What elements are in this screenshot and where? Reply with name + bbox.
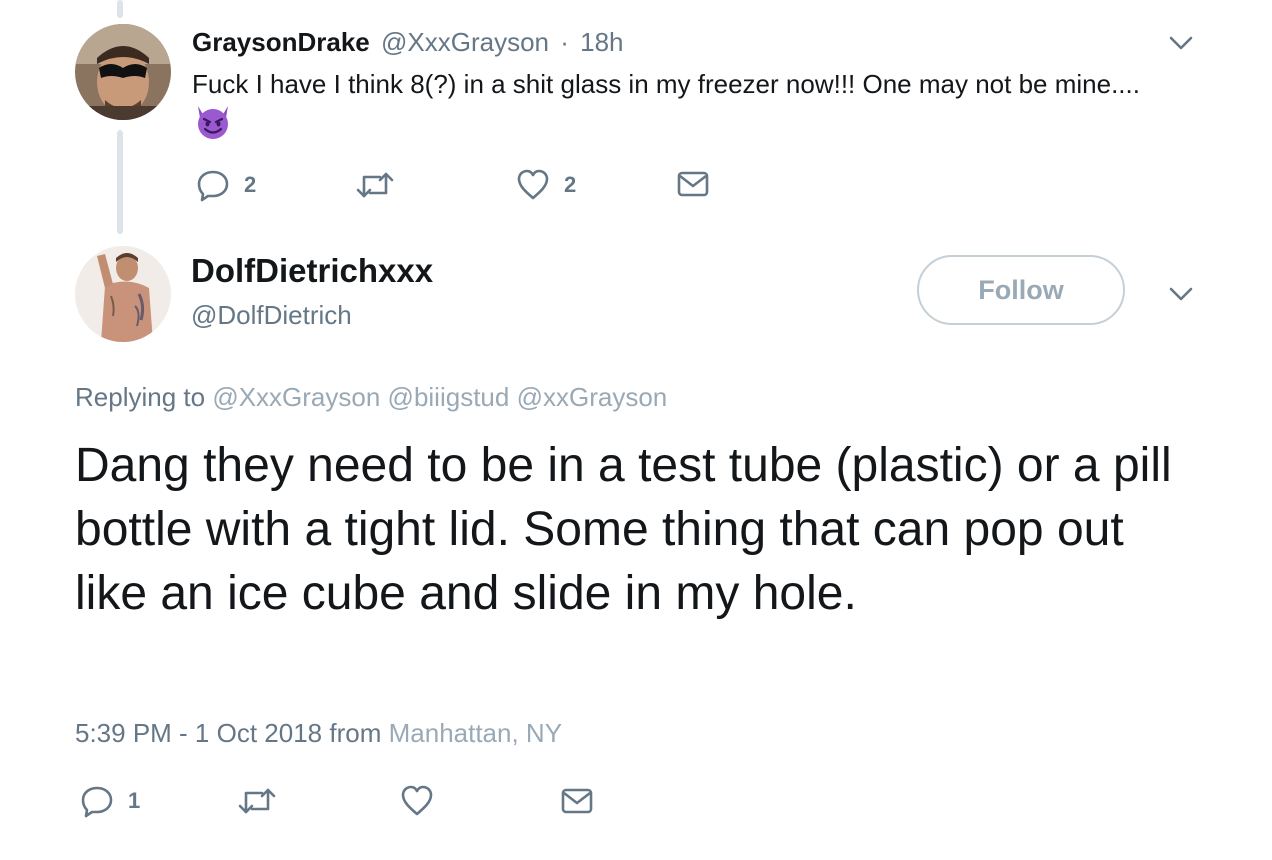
parent-reply-count: 2 — [244, 172, 257, 197]
parent-retweet-action[interactable] — [356, 168, 394, 202]
main-message-action[interactable] — [561, 787, 593, 815]
parent-like-action[interactable]: 2 — [516, 168, 576, 202]
reply-icon — [197, 170, 229, 202]
main-display-name[interactable]: DolfDietrichxxx — [191, 252, 433, 290]
main-retweet-action[interactable] — [238, 784, 276, 818]
replying-to-line: Replying to @XxxGrayson @biiigstud @xxGr… — [75, 382, 667, 413]
parent-handle[interactable]: @XxxGrayson — [381, 27, 549, 57]
avatar-grayson[interactable] — [75, 24, 171, 120]
like-icon — [401, 785, 433, 816]
replying-prefix: Replying to — [75, 382, 206, 412]
thread-line-connector — [117, 130, 123, 234]
tweet-timestamp-line: 5:39 PM - 1 Oct 2018 from Manhattan, NY — [75, 718, 562, 749]
header-separator: · — [560, 27, 569, 57]
replying-mention-3[interactable]: @xxGrayson — [517, 382, 668, 412]
tweet-timestamp[interactable]: 5:39 PM - 1 Oct 2018 — [75, 718, 322, 748]
message-icon — [561, 788, 593, 814]
parent-like-count: 2 — [564, 172, 577, 197]
chevron-down-icon[interactable] — [1168, 34, 1194, 52]
retweet-icon — [356, 172, 394, 198]
thread-line-top — [117, 0, 123, 18]
main-handle[interactable]: @DolfDietrich — [191, 300, 352, 331]
main-tweet-text: Dang they need to be in a test tube (pla… — [75, 439, 1172, 620]
message-icon — [677, 171, 709, 197]
from-label: from — [329, 718, 382, 748]
main-like-action[interactable] — [400, 784, 434, 818]
parent-display-name[interactable]: GraysonDrake — [192, 27, 370, 57]
smiling-devil-emoji — [194, 104, 232, 151]
main-reply-count: 1 — [128, 788, 141, 813]
like-icon — [517, 169, 549, 200]
parent-message-action[interactable] — [677, 170, 709, 198]
chevron-down-icon[interactable] — [1168, 285, 1194, 303]
reply-icon — [81, 786, 113, 818]
parent-tweet-header: GraysonDrake @XxxGrayson · 18h — [192, 27, 624, 58]
avatar-dolf[interactable] — [75, 246, 171, 342]
parent-reply-action[interactable]: 2 — [196, 168, 256, 202]
parent-tweet-text: Fuck I have I think 8(?) in a shit glass… — [192, 64, 1152, 151]
main-reply-action[interactable]: 1 — [80, 784, 140, 818]
follow-button[interactable]: Follow — [917, 255, 1125, 325]
retweet-icon — [238, 788, 276, 814]
tweet-location[interactable]: Manhattan, NY — [389, 718, 562, 748]
replying-mention-1[interactable]: @XxxGrayson — [212, 382, 380, 412]
parent-tweet-body: Fuck I have I think 8(?) in a shit glass… — [192, 69, 1140, 99]
parent-time[interactable]: 18h — [580, 27, 623, 57]
replying-mention-2[interactable]: @biiigstud — [388, 382, 510, 412]
